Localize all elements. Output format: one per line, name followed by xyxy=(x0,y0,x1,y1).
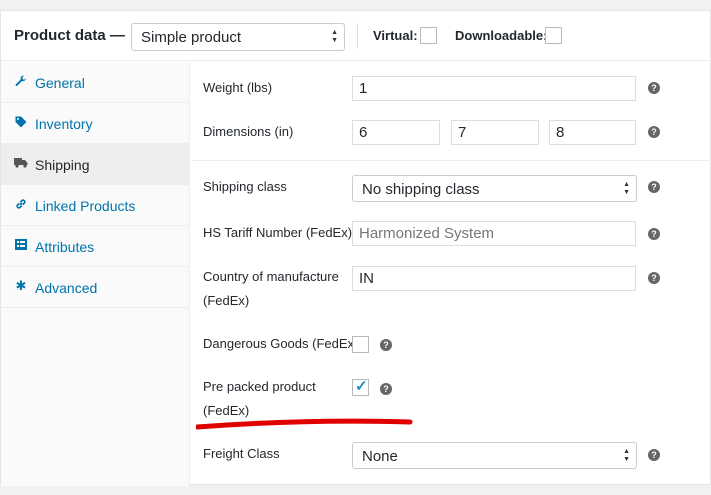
checkmark-icon: ✓ xyxy=(355,378,368,395)
tab-inventory-label: Inventory xyxy=(35,116,93,132)
product-data-header: Product data — Simple product ▲ ▼ Virtual… xyxy=(1,11,711,61)
shipping-class-value: No shipping class xyxy=(362,181,480,198)
red-underline-annotation xyxy=(196,418,413,430)
tab-advanced-label: Advanced xyxy=(35,280,98,296)
tab-shipping[interactable]: Shipping xyxy=(1,144,190,185)
product-type-value: Simple product xyxy=(141,29,242,46)
weight-label: Weight (lbs) xyxy=(203,80,273,95)
freight-class-label: Freight Class xyxy=(203,446,280,461)
virtual-label: Virtual: xyxy=(373,28,418,43)
freight-class-value: None xyxy=(362,448,398,465)
select-arrows-icon: ▲ ▼ xyxy=(623,181,630,196)
tag-icon xyxy=(14,116,28,131)
weight-input[interactable]: 1 xyxy=(352,76,636,101)
select-arrows-icon: ▲ ▼ xyxy=(331,29,338,44)
tab-general[interactable]: General xyxy=(1,62,190,103)
shipping-class-select[interactable]: No shipping class ▲ ▼ xyxy=(352,175,637,202)
help-icon[interactable]: ? xyxy=(648,449,660,461)
height-value: 8 xyxy=(556,124,565,141)
country-input[interactable]: IN xyxy=(352,266,636,291)
gear-icon: ✱ xyxy=(15,278,27,293)
tab-inventory[interactable]: Inventory xyxy=(1,103,190,144)
height-input[interactable]: 8 xyxy=(549,120,636,145)
width-input[interactable]: 7 xyxy=(451,120,539,145)
tab-advanced[interactable]: ✱ Advanced xyxy=(1,267,190,308)
width-value: 7 xyxy=(458,124,467,141)
tab-general-label: General xyxy=(35,75,85,91)
country-value: IN xyxy=(359,270,374,287)
truck-icon xyxy=(14,157,28,171)
downloadable-checkbox[interactable] xyxy=(545,27,562,44)
help-icon[interactable]: ? xyxy=(380,383,392,395)
product-type-select[interactable]: Simple product ▲ ▼ xyxy=(131,23,345,51)
list-icon xyxy=(14,239,28,253)
weight-value: 1 xyxy=(359,80,368,97)
tab-linked-products-label: Linked Products xyxy=(35,198,136,214)
link-icon xyxy=(14,198,28,213)
help-icon[interactable]: ? xyxy=(648,272,660,284)
product-data-title: Product data — xyxy=(14,27,125,44)
product-data-tabs: General Inventory Shipping Linked Produc… xyxy=(1,62,190,486)
dangerous-goods-label: Dangerous Goods (FedEx) xyxy=(203,336,359,351)
product-data-panel: Product data — Simple product ▲ ▼ Virtual… xyxy=(0,10,711,486)
downloadable-label: Downloadable: xyxy=(455,28,548,43)
virtual-checkbox[interactable] xyxy=(420,27,437,44)
tab-attributes[interactable]: Attributes xyxy=(1,226,190,267)
prepacked-checkbox[interactable]: ✓ xyxy=(352,378,369,396)
shipping-class-label: Shipping class xyxy=(203,179,287,194)
section-divider xyxy=(191,160,711,161)
freight-class-select[interactable]: None ▲ ▼ xyxy=(352,442,637,469)
dimensions-label: Dimensions (in) xyxy=(203,124,294,139)
help-icon[interactable]: ? xyxy=(648,228,660,240)
country-label-line2: (FedEx) xyxy=(203,293,250,308)
hs-tariff-input[interactable]: Harmonized System xyxy=(352,221,636,246)
select-arrows-icon: ▲ ▼ xyxy=(623,448,630,463)
dangerous-goods-checkbox[interactable] xyxy=(352,336,369,353)
wrench-icon xyxy=(14,75,28,90)
help-icon[interactable]: ? xyxy=(648,126,660,138)
help-icon[interactable]: ? xyxy=(380,339,392,351)
country-label-line1: Country of manufacture xyxy=(203,269,339,284)
help-icon[interactable]: ? xyxy=(648,82,660,94)
prepacked-label-line1: Pre packed product xyxy=(203,379,316,394)
length-value: 6 xyxy=(359,124,368,141)
length-input[interactable]: 6 xyxy=(352,120,440,145)
tab-shipping-label: Shipping xyxy=(35,157,90,173)
hs-tariff-placeholder: Harmonized System xyxy=(359,225,495,242)
header-divider xyxy=(357,23,358,49)
tab-attributes-label: Attributes xyxy=(35,239,95,255)
hs-tariff-label: HS Tariff Number (FedEx) xyxy=(203,225,353,240)
help-icon[interactable]: ? xyxy=(648,181,660,193)
tab-linked-products[interactable]: Linked Products xyxy=(1,185,190,226)
